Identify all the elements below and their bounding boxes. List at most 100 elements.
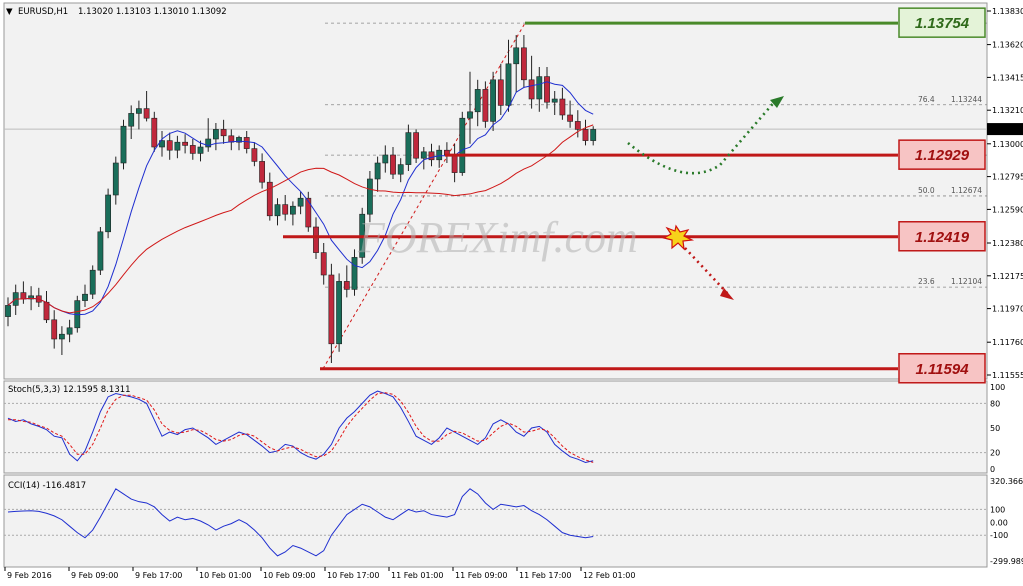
candle-body xyxy=(320,252,327,276)
candle-body xyxy=(274,204,281,217)
candle-body xyxy=(544,76,550,103)
level-value: 1.12419 xyxy=(915,229,970,246)
price-tick-label: 1.11970 xyxy=(992,305,1023,314)
fib-ratio-label: 23.6 xyxy=(918,277,935,286)
candle-body xyxy=(574,121,581,130)
candle-body xyxy=(66,327,73,335)
price-tick-label: 1.13000 xyxy=(992,140,1023,149)
collapse-arrow-icon[interactable]: ▼ xyxy=(6,7,13,17)
candle-body xyxy=(220,129,227,137)
candle-body xyxy=(505,63,512,106)
price-tick-label: 1.11760 xyxy=(992,338,1023,347)
candle-body xyxy=(559,98,566,116)
symbol-label: EURUSD,H1 xyxy=(18,7,68,17)
candle-body xyxy=(213,129,219,140)
cci-tick-label: -299.989 xyxy=(990,557,1023,566)
stoch-panel[interactable] xyxy=(3,380,988,474)
candle-body xyxy=(43,301,50,321)
price-tick-label: 1.12795 xyxy=(992,173,1023,182)
price-tick-label: 1.12175 xyxy=(992,272,1023,281)
ohlc-label: 1.13020 1.13103 1.13010 1.13092 xyxy=(78,7,227,17)
level-value: 1.11594 xyxy=(915,361,969,378)
candle-body xyxy=(328,274,335,345)
stoch-tick-label: 80 xyxy=(990,399,1000,408)
candle-body xyxy=(120,125,127,164)
candle-body xyxy=(536,76,543,100)
candle-body xyxy=(251,148,258,162)
candle-body xyxy=(513,47,520,65)
candle-body xyxy=(189,145,196,154)
candle-body xyxy=(82,293,88,301)
watermark-text: FOREXimf.com xyxy=(357,213,638,262)
time-tick-label: 12 Feb 01:00 xyxy=(583,571,635,580)
candle-body xyxy=(451,154,458,173)
candle-body xyxy=(151,117,158,148)
candle-body xyxy=(112,162,119,196)
cci-tick-label: 0.00 xyxy=(990,518,1008,527)
candle-body xyxy=(467,111,473,119)
candle-body xyxy=(97,231,104,271)
candle-body xyxy=(136,108,142,114)
candle-body xyxy=(313,226,319,253)
candle-body xyxy=(590,129,597,141)
candle-body xyxy=(297,197,304,207)
candle-body xyxy=(582,129,589,141)
candle-body xyxy=(20,292,27,300)
candle-body xyxy=(436,149,443,161)
candle-body xyxy=(105,194,111,233)
price-tick-label: 1.13620 xyxy=(992,41,1023,50)
candle-body xyxy=(482,89,489,122)
candle-body xyxy=(89,269,96,295)
candle-body xyxy=(528,79,535,100)
candle-body xyxy=(174,141,181,151)
price-tick-label: 1.12380 xyxy=(992,239,1023,248)
time-tick-label: 10 Feb 01:00 xyxy=(199,571,251,580)
candle-body xyxy=(490,79,496,122)
time-tick-label: 9 Feb 2016 xyxy=(7,571,52,580)
fib-ratio-label: 76.4 xyxy=(918,95,935,104)
time-tick-label: 10 Feb 17:00 xyxy=(327,571,379,580)
candle-body xyxy=(567,114,573,122)
price-tick-label: 1.12590 xyxy=(992,205,1023,214)
cci-panel[interactable] xyxy=(3,474,988,568)
candle-body xyxy=(58,333,65,340)
candle-body xyxy=(497,79,504,106)
stoch-tick-label: 100 xyxy=(990,383,1005,392)
candle-body xyxy=(374,162,381,180)
candle-body xyxy=(382,154,389,164)
candle-body xyxy=(405,132,412,165)
time-tick-label: 9 Feb 09:00 xyxy=(71,571,118,580)
candle-body xyxy=(343,281,350,290)
level-value: 1.13754 xyxy=(915,15,970,32)
candle-body xyxy=(397,164,404,175)
fib-price-label: 1.13244 xyxy=(951,95,982,104)
candle-body xyxy=(551,98,558,103)
price-tick-label: 1.11555 xyxy=(992,371,1023,380)
cci-tick-label: 320.366 xyxy=(990,477,1023,486)
candle-body xyxy=(243,137,250,149)
price-tick-label: 1.13210 xyxy=(992,106,1023,115)
candle-body xyxy=(305,197,312,228)
candle-body xyxy=(459,117,466,173)
time-tick-label: 11 Feb 09:00 xyxy=(455,571,507,580)
candle-body xyxy=(366,178,373,215)
candle-body xyxy=(166,140,173,151)
candle-body xyxy=(428,151,435,161)
cci-title: CCI(14) -116.4817 xyxy=(8,481,86,491)
stoch-tick-label: 20 xyxy=(990,449,1000,458)
candle-body xyxy=(420,151,427,159)
stoch-title: Stoch(5,3,3) 12.1595 8.1311 xyxy=(8,385,131,395)
price-panel[interactable] xyxy=(3,2,988,380)
candle-body xyxy=(128,113,135,127)
price-tick-label: 1.13830 xyxy=(992,7,1023,16)
cci-tick-label: 100 xyxy=(990,505,1005,514)
candle-body xyxy=(289,205,296,215)
time-tick-label: 11 Feb 17:00 xyxy=(519,571,571,580)
price-tick-label: 1.13415 xyxy=(992,73,1023,82)
fib-ratio-label: 50.0 xyxy=(918,186,935,195)
candle-body xyxy=(351,257,358,290)
time-tick-label: 11 Feb 01:00 xyxy=(391,571,443,580)
candle-body xyxy=(143,108,150,119)
fib-price-label: 1.12674 xyxy=(951,186,982,195)
candle-body xyxy=(197,146,204,154)
